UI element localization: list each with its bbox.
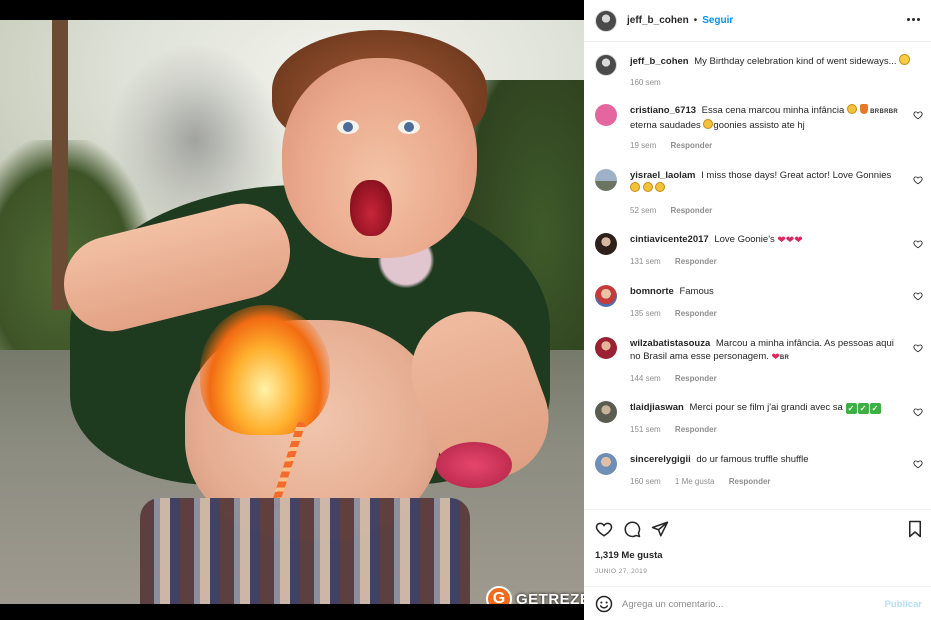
caption-username[interactable]: jeff_b_cohen <box>630 56 689 67</box>
comment-time[interactable]: 19 sem <box>630 141 656 150</box>
comment-like-count[interactable]: 1 Me gusta <box>675 477 715 486</box>
author-username[interactable]: jeff_b_cohen <box>627 15 689 26</box>
reply-button[interactable]: Responder <box>729 477 771 486</box>
comment-item: cintiavicente2017 Love Goonie's ❤❤❤ 131 … <box>595 233 925 271</box>
clapping-emoji-icon <box>655 182 666 192</box>
reply-button[interactable]: Responder <box>675 425 717 434</box>
post-header: jeff_b_cohen • Seguir <box>584 0 931 42</box>
add-comment-bar: Publicar <box>584 586 931 620</box>
post-actions: 1,319 Me gusta JUNIO 27, 2019 <box>584 509 931 586</box>
red-heart-emoji-icon: ❤ <box>777 235 786 246</box>
comment-time[interactable]: 135 sem <box>630 309 661 318</box>
comment-time[interactable]: 151 sem <box>630 425 661 434</box>
comment-text: Love Goonie's <box>714 234 775 245</box>
clapping-emoji-icon <box>846 104 857 114</box>
comments-list[interactable]: jeff_b_cohen My Birthday celebration kin… <box>584 43 931 509</box>
comment-username[interactable]: tlaidjiaswan <box>630 402 684 413</box>
check-mark-emoji-icon: ✓ <box>869 403 881 414</box>
like-comment-heart-icon[interactable] <box>913 407 923 417</box>
like-heart-icon[interactable] <box>595 520 613 538</box>
comment-username[interactable]: cristiano_6713 <box>630 105 696 116</box>
like-comment-heart-icon[interactable] <box>913 239 923 249</box>
comment-text: Merci pour se film j'ai grandi avec sa <box>689 402 843 413</box>
commenter-avatar[interactable] <box>595 233 617 255</box>
commenter-avatar[interactable] <box>595 169 617 191</box>
red-heart-emoji-icon: ❤ <box>785 235 795 246</box>
post-caption: jeff_b_cohen My Birthday celebration kin… <box>595 54 925 94</box>
comment-item: yisrael_laolam I miss those days! Great … <box>595 169 925 219</box>
comment-text: Essa cena marcou minha infância <box>701 105 845 116</box>
comment-input[interactable] <box>622 595 862 613</box>
comment-username[interactable]: sincerelygigii <box>630 454 691 465</box>
watermark-g-icon: G <box>486 586 512 604</box>
comment-time[interactable]: 160 sem <box>630 477 661 486</box>
commenter-avatar[interactable] <box>595 401 617 423</box>
comment-time[interactable]: 144 sem <box>630 374 661 383</box>
comment-item: cristiano_6713 Essa cena marcou minha in… <box>595 104 925 156</box>
author-avatar[interactable] <box>595 9 617 32</box>
comment-text-c: goonies assisto ate hj <box>713 120 805 131</box>
watermark-logo: G GETREZE <box>486 586 584 604</box>
smile-emoji-icon <box>899 54 911 65</box>
reply-button[interactable]: Responder <box>670 141 712 150</box>
separator-dot: • <box>693 15 698 26</box>
reply-button[interactable]: Responder <box>675 257 717 266</box>
like-count[interactable]: 1,319 Me gusta <box>595 550 663 561</box>
post-media-pane: G GETREZE <box>0 0 584 620</box>
author-avatar[interactable] <box>595 54 617 76</box>
comment-username[interactable]: wilzabatistasouza <box>630 338 710 349</box>
comment-bubble-icon[interactable] <box>623 520 641 538</box>
clapping-emoji-icon <box>642 182 653 192</box>
flame <box>200 305 330 435</box>
comment-text-b: eterna saudades <box>630 120 701 131</box>
post-side-panel: jeff_b_cohen • Seguir jeff_b_cohen My Bi… <box>584 0 931 620</box>
post-date: JUNIO 27, 2019 <box>595 568 648 575</box>
like-comment-heart-icon[interactable] <box>913 343 923 353</box>
follow-button[interactable]: Seguir <box>702 15 733 26</box>
comment-text: I miss those days! Great actor! Love Gon… <box>701 170 892 181</box>
commenter-avatar[interactable] <box>595 285 617 307</box>
reply-button[interactable]: Responder <box>675 309 717 318</box>
emoji-picker-icon[interactable] <box>595 595 613 613</box>
publish-button[interactable]: Publicar <box>885 599 923 610</box>
commenter-avatar[interactable] <box>595 337 617 359</box>
brazil-flag-icon: BRBRBR <box>870 109 898 115</box>
commenter-avatar[interactable] <box>595 453 617 475</box>
trophy-emoji-icon <box>859 104 868 114</box>
comment-username[interactable]: cintiavicente2017 <box>630 234 709 245</box>
caption-time[interactable]: 160 sem <box>630 78 661 87</box>
like-comment-heart-icon[interactable] <box>913 175 923 185</box>
comment-username[interactable]: bomnorte <box>630 286 674 297</box>
like-comment-heart-icon[interactable] <box>913 110 923 120</box>
comment-text: Famous <box>679 286 714 297</box>
post-photo[interactable]: G GETREZE <box>0 20 584 604</box>
bookmark-save-icon[interactable] <box>906 520 924 538</box>
clapping-emoji-icon <box>703 119 714 129</box>
plaid-shorts <box>140 498 470 604</box>
check-mark-emoji-icon: ✓ <box>857 403 869 414</box>
caption-text: My Birthday celebration kind of went sid… <box>694 56 897 67</box>
comment-time[interactable]: 52 sem <box>630 206 656 215</box>
red-heart-emoji-icon: ❤ <box>771 352 780 363</box>
comment-item: tlaidjiaswan Merci pour se film j'ai gra… <box>595 401 925 439</box>
brazil-flag-icon: BR <box>779 355 790 361</box>
watermark-text: GETREZE <box>516 590 584 605</box>
comment-item: wilzabatistasouza Marcou a minha infânci… <box>595 337 925 387</box>
more-options-icon[interactable] <box>906 12 920 26</box>
comment-time[interactable]: 131 sem <box>630 257 661 266</box>
comment-username[interactable]: yisrael_laolam <box>630 170 696 181</box>
commenter-avatar[interactable] <box>595 104 617 126</box>
comment-text: do ur famous truffle shuffle <box>696 454 809 465</box>
comment-item: bomnorte Famous 135 sem Responder <box>595 285 925 323</box>
red-heart-emoji-icon: ❤ <box>794 235 803 246</box>
like-comment-heart-icon[interactable] <box>913 291 923 301</box>
clapping-emoji-icon <box>630 182 640 192</box>
share-send-icon[interactable] <box>651 520 669 538</box>
reply-button[interactable]: Responder <box>670 206 712 215</box>
comment-item: sincerelygigii do ur famous truffle shuf… <box>595 453 925 491</box>
reply-button[interactable]: Responder <box>675 374 717 383</box>
check-mark-emoji-icon: ✓ <box>845 403 857 414</box>
like-comment-heart-icon[interactable] <box>913 459 923 469</box>
